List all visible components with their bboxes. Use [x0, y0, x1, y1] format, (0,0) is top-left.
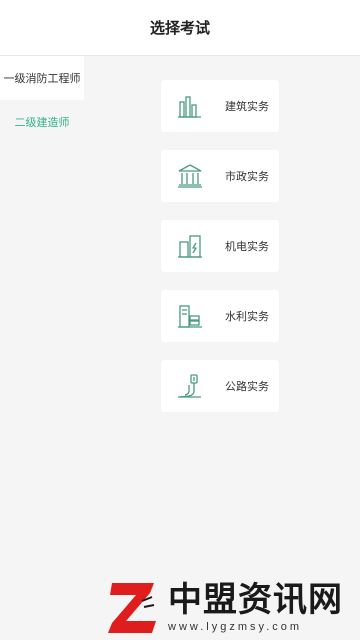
subject-label: 公路实务: [225, 381, 269, 393]
page-title: 选择考试: [149, 20, 210, 37]
subject-card-building[interactable]: 建筑实务: [161, 80, 279, 132]
sidebar-item-label: 二级建造师: [14, 117, 70, 129]
watermark: 中盟资讯网 www.lygzmsy.com: [104, 574, 360, 640]
subject-label: 市政实务: [225, 171, 269, 183]
watermark-text: 中盟资讯网 www.lygzmsy.com: [168, 581, 343, 633]
subject-list: 建筑实务 市政实务 机电实务 水利实务 公路实务: [84, 56, 360, 640]
subject-card-mechanical-electrical[interactable]: 机电实务: [161, 220, 279, 272]
electric-panel-icon: [175, 231, 205, 261]
subject-card-highway[interactable]: 公路实务: [161, 360, 279, 412]
subject-label: 建筑实务: [225, 101, 269, 113]
government-building-icon: [175, 161, 205, 191]
subject-label: 机电实务: [225, 241, 269, 253]
sidebar-item-fire-engineer[interactable]: 一级消防工程师: [0, 56, 84, 100]
header-bar: 选择考试: [0, 0, 360, 56]
subject-label: 水利实务: [225, 311, 269, 323]
brand-logo-icon: [108, 583, 156, 633]
sidebar-item-constructor[interactable]: 二级建造师: [0, 100, 84, 144]
subject-card-water[interactable]: 水利实务: [161, 290, 279, 342]
building-bars-icon: [175, 91, 205, 121]
sidebar: 一级消防工程师 二级建造师: [0, 56, 84, 640]
watermark-url: www.lygzmsy.com: [168, 621, 303, 633]
water-conservancy-icon: [175, 301, 205, 331]
road-icon: [175, 371, 205, 401]
sidebar-item-label: 一级消防工程师: [3, 73, 81, 85]
watermark-title: 中盟资讯网: [168, 581, 343, 619]
subject-card-municipal[interactable]: 市政实务: [161, 150, 279, 202]
